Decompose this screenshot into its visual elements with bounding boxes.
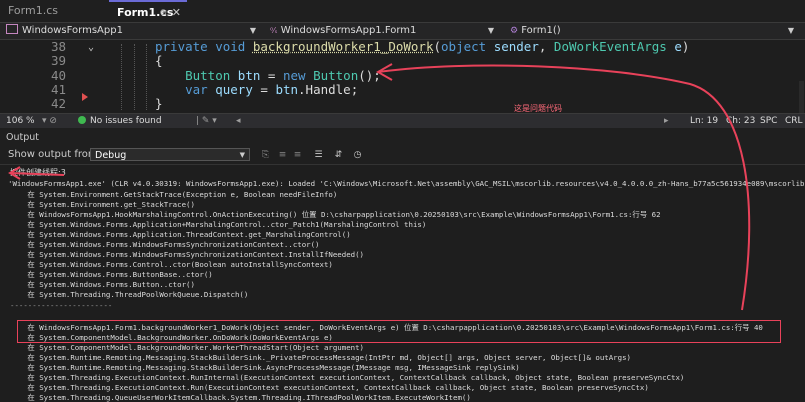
curved-arrow-line [377,64,751,311]
annotation-arrows [8,63,751,311]
left-arrow-line [9,172,65,176]
